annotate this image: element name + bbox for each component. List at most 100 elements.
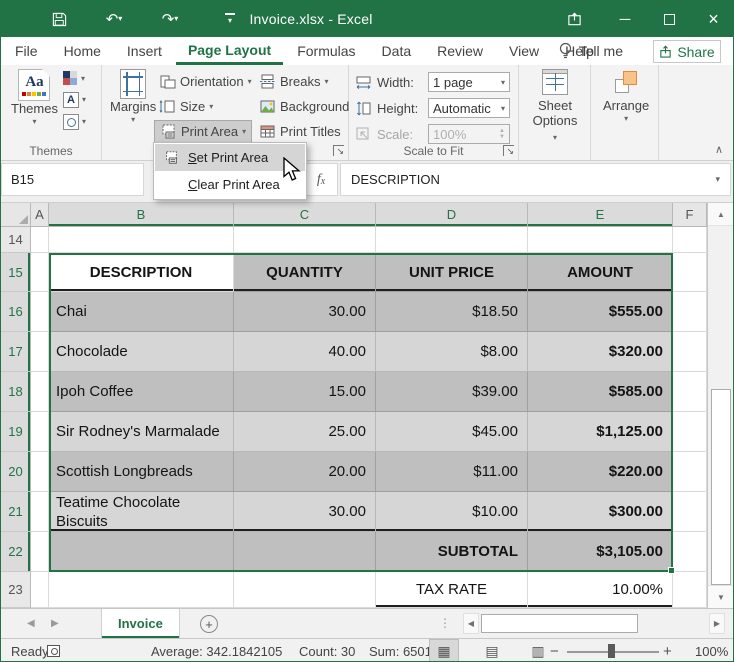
cell[interactable] (31, 292, 49, 332)
cell[interactable] (31, 572, 49, 608)
formula-input[interactable]: DESCRIPTION ▾ (340, 163, 731, 196)
cell[interactable]: SUBTOTAL (376, 532, 528, 572)
cell[interactable] (234, 532, 376, 572)
cell[interactable] (31, 492, 49, 532)
prev-sheet-icon[interactable]: ◀ (27, 609, 35, 638)
cell[interactable]: TAX RATE (376, 572, 528, 608)
cell[interactable] (31, 412, 49, 452)
next-sheet-icon[interactable]: ▶ (51, 609, 59, 638)
width-select[interactable]: 1 page▾ (428, 72, 510, 92)
cell[interactable]: UNIT PRICE (376, 253, 528, 292)
cell[interactable] (49, 572, 234, 608)
row-header-16[interactable]: 16 (1, 292, 31, 332)
cell[interactable]: Chocolade (49, 332, 234, 372)
cell[interactable]: 25.00 (234, 412, 376, 452)
horizontal-scrollbar[interactable]: ◀ ▶ (463, 613, 725, 634)
row-header-22[interactable]: 22 (1, 532, 31, 572)
name-box[interactable]: B15 (1, 163, 144, 196)
cell[interactable]: $585.00 (528, 372, 673, 412)
normal-view-icon[interactable]: ▦ (429, 639, 459, 662)
cell[interactable] (234, 227, 376, 253)
cell[interactable]: Ipoh Coffee (49, 372, 234, 412)
size-button[interactable]: Size▾ (154, 95, 218, 118)
row-header-21[interactable]: 21 (1, 492, 31, 532)
cell[interactable]: Sir Rodney's Marmalade (49, 412, 234, 452)
cell[interactable]: $3,105.00 (528, 532, 673, 572)
tell-me-button[interactable]: Tell me (559, 37, 623, 65)
cell[interactable]: Teatime Chocolate Biscuits (49, 492, 234, 532)
background-button[interactable]: Background (254, 95, 354, 118)
themes-button[interactable]: Aa Themes ▾ (11, 69, 58, 126)
zoom-level[interactable]: 100% (695, 639, 728, 662)
cell[interactable] (673, 492, 707, 532)
cell[interactable] (376, 227, 528, 253)
print-titles-button[interactable]: Print Titles (254, 120, 346, 143)
tab-splitter-handle[interactable]: ⋮ (439, 616, 452, 630)
cell[interactable] (31, 253, 49, 292)
expand-formula-bar-icon[interactable]: ▾ (715, 174, 720, 185)
column-header-a[interactable]: A (31, 203, 49, 227)
vertical-scrollbar[interactable]: ▲ ▼ (707, 203, 734, 608)
theme-effects-button[interactable]: ▾ (63, 114, 86, 130)
theme-fonts-button[interactable]: A▾ (63, 92, 86, 108)
insert-function-button[interactable]: fx (304, 163, 338, 196)
row-header-19[interactable]: 19 (1, 412, 31, 452)
tab-data[interactable]: Data (370, 37, 424, 65)
tab-view[interactable]: View (497, 37, 551, 65)
scroll-up-icon[interactable]: ▲ (708, 203, 734, 226)
cell[interactable]: 30.00 (234, 292, 376, 332)
cell[interactable]: $220.00 (528, 452, 673, 492)
cell[interactable]: Chai (49, 292, 234, 332)
tab-formulas[interactable]: Formulas (285, 37, 367, 65)
tab-review[interactable]: Review (425, 37, 495, 65)
print-area-button[interactable]: Print Area▾ (154, 120, 252, 143)
horizontal-scrollbar-thumb[interactable] (481, 614, 638, 633)
cell[interactable]: QUANTITY (234, 253, 376, 292)
cell[interactable]: 40.00 (234, 332, 376, 372)
select-all-button[interactable] (1, 203, 31, 227)
cell[interactable]: 20.00 (234, 452, 376, 492)
cell[interactable]: $1,125.00 (528, 412, 673, 452)
cell[interactable] (673, 292, 707, 332)
column-header-c[interactable]: C (234, 203, 376, 227)
new-sheet-button[interactable]: + (200, 615, 218, 633)
cell[interactable] (31, 532, 49, 572)
sheet-options-button[interactable]: Sheet Options ▾ (529, 69, 581, 145)
cell[interactable]: $8.00 (376, 332, 528, 372)
cell[interactable] (31, 332, 49, 372)
scroll-right-icon[interactable]: ▶ (709, 613, 725, 634)
cell[interactable] (31, 227, 49, 253)
cell[interactable]: $39.00 (376, 372, 528, 412)
cell[interactable]: $320.00 (528, 332, 673, 372)
column-header-b[interactable]: B (49, 203, 234, 227)
column-header-e[interactable]: E (528, 203, 673, 227)
close-button[interactable]: × (693, 1, 734, 37)
maximize-button[interactable] (649, 1, 689, 37)
cell[interactable]: $10.00 (376, 492, 528, 532)
cell[interactable] (31, 372, 49, 412)
cell[interactable]: $18.50 (376, 292, 528, 332)
cell[interactable] (673, 452, 707, 492)
cell[interactable] (234, 572, 376, 608)
breaks-button[interactable]: Breaks▾ (254, 70, 333, 93)
row-header-23[interactable]: 23 (1, 572, 31, 608)
row-header-20[interactable]: 20 (1, 452, 31, 492)
arrange-button[interactable]: Arrange ▾ (603, 69, 649, 123)
save-icon[interactable] (45, 1, 73, 37)
row-header-14[interactable]: 14 (1, 227, 31, 253)
cell[interactable]: $300.00 (528, 492, 673, 532)
zoom-out-icon[interactable]: − (550, 639, 559, 662)
page-layout-view-icon[interactable]: ▤ (477, 639, 507, 662)
row-header-17[interactable]: 17 (1, 332, 31, 372)
page-setup-dialog-launcher-icon[interactable]: ↘ (333, 145, 344, 156)
undo-icon[interactable]: ↶▾ (97, 1, 131, 37)
scale-to-fit-dialog-launcher-icon[interactable]: ↘ (503, 145, 514, 156)
share-button[interactable]: Share (653, 40, 721, 63)
cell[interactable] (31, 452, 49, 492)
theme-colors-button[interactable]: ▾ (63, 71, 86, 86)
ribbon-display-options-icon[interactable] (557, 1, 591, 37)
orientation-button[interactable]: Orientation▾ (154, 70, 257, 93)
cell[interactable] (528, 227, 673, 253)
cell[interactable]: 10.00% (528, 572, 673, 608)
tab-insert[interactable]: Insert (115, 37, 174, 65)
